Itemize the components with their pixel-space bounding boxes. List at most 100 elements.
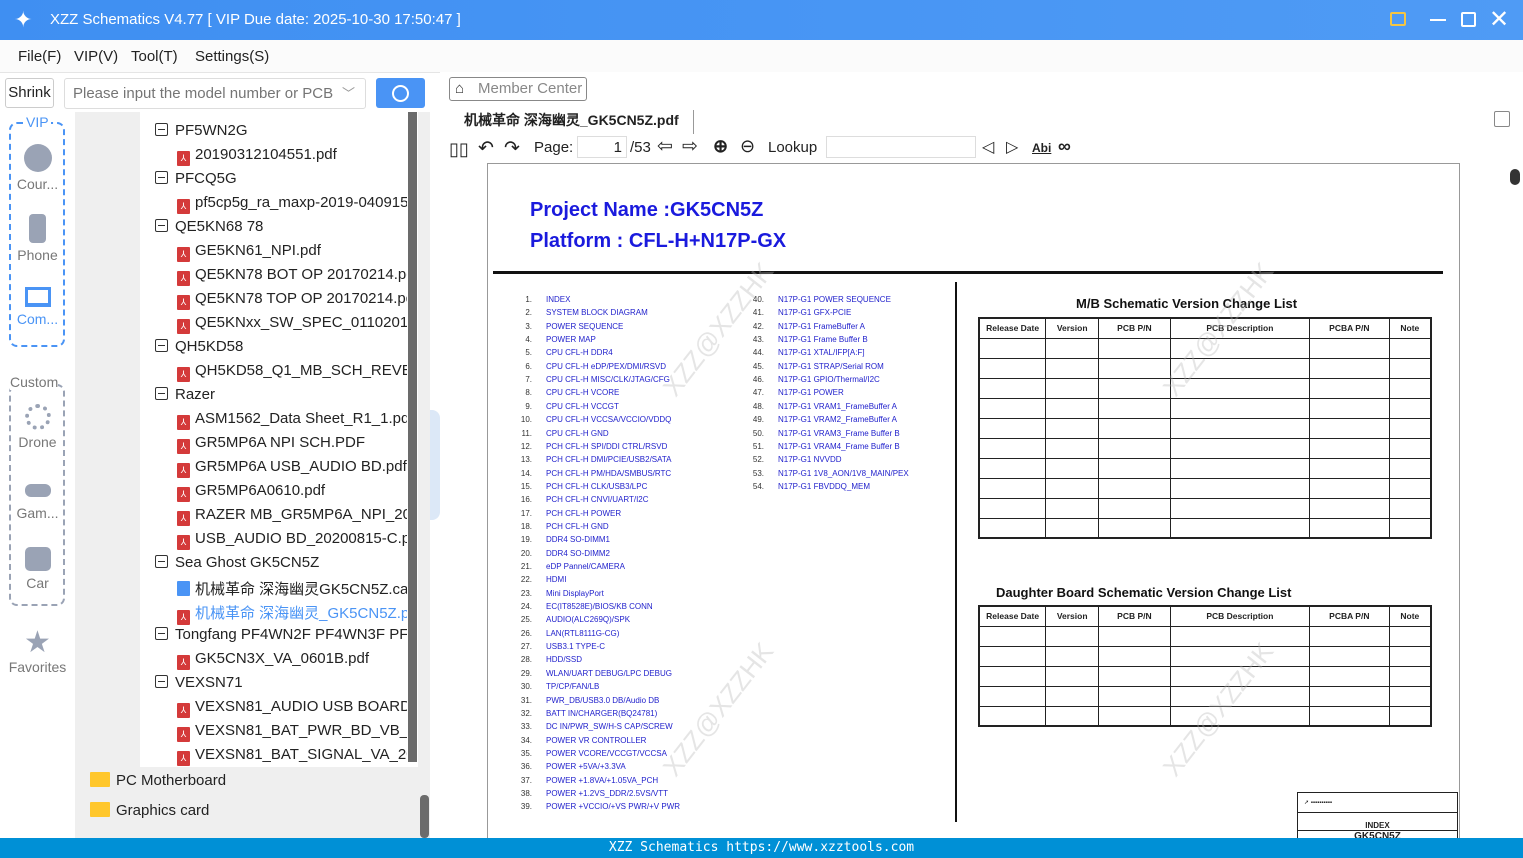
index-entry[interactable]: 50. N17P-G1 VRAM3_Frame Buffer B — [740, 429, 900, 438]
tree-file[interactable]: ⅄ GK5CN3X_VA_0601B.pdf — [177, 650, 407, 670]
tree-file[interactable]: ⅄ ASM1562_Data Sheet_R1_1.pdf — [177, 410, 407, 430]
tree-file[interactable]: ⅄ 20190312104551.pdf — [177, 146, 407, 166]
vip-bag-icon[interactable] — [1390, 12, 1406, 26]
index-entry[interactable]: 28. HDD/SSD — [508, 655, 582, 664]
tree-file[interactable]: ⅄ USB_AUDIO BD_20200815-C.pdf — [177, 530, 407, 550]
tab-pdf[interactable]: 机械革命 深海幽灵_GK5CN5Z.pdf — [464, 110, 694, 134]
index-entry[interactable]: 25. AUDIO(ALC269Q)/SPK — [508, 615, 630, 624]
tree-file[interactable]: ⅄ 机械革命 深海幽灵_GK5CN5Z.pdf — [177, 602, 407, 625]
tree-file[interactable]: ⅄ GR5MP6A USB_AUDIO BD.pdf — [177, 458, 407, 478]
index-entry[interactable]: 24. EC(IT8528E)/BIOS/KB CONN — [508, 602, 653, 611]
index-entry[interactable]: 47. N17P-G1 POWER — [740, 388, 844, 397]
index-entry[interactable]: 46. N17P-G1 GPIO/Thermal/I2C — [740, 375, 880, 384]
close-button[interactable]: ✕ — [1489, 5, 1509, 34]
tree-folder[interactable]: QH5KD58 — [155, 338, 407, 355]
index-entry[interactable]: 12. PCH CFL-H SPI/DDI CTRL/RSVD — [508, 442, 667, 451]
index-entry[interactable]: 32. BATT IN/CHARGER(BQ24781) — [508, 709, 657, 718]
zoom-out-icon[interactable]: ⊖ — [740, 136, 755, 157]
sidebar-item-courses[interactable]: Cour... — [0, 144, 75, 192]
tree-file[interactable]: ⅄ QH5KD58_Q1_MB_SCH_REVB_2( — [177, 362, 407, 382]
match-case-button[interactable]: Abi — [1032, 141, 1051, 155]
index-entry[interactable]: 20. DDR4 SO-DIMM2 — [508, 549, 610, 558]
tree-folder[interactable]: Sea Ghost GK5CN5Z — [155, 554, 407, 571]
tree-file[interactable]: ⅄ QE5KN78 TOP OP 20170214.pdf — [177, 290, 407, 310]
two-page-icon[interactable]: ▯▯ — [449, 139, 469, 160]
tree-file[interactable]: ⅄ VEXSN81_BAT_PWR_BD_VB_201 — [177, 722, 407, 742]
tree-folder[interactable]: QE5KN68 78 — [155, 218, 407, 235]
index-entry[interactable]: 16. PCH CFL-H CNVI/UART/I2C — [508, 495, 649, 504]
index-entry[interactable]: 31. PWR_DB/USB3.0 DB/Audio DB — [508, 696, 660, 705]
rotate-right-icon[interactable]: ↷ — [504, 137, 520, 160]
tree-folder[interactable]: PFCQ5G — [155, 170, 407, 187]
tree-file[interactable]: ⅄ VEXSN81_BAT_SIGNAL_VA_2016 — [177, 746, 407, 766]
search-button[interactable] — [376, 78, 425, 108]
index-entry[interactable]: 13. PCH CFL-H DMI/PCIE/USB2/SATA — [508, 455, 672, 464]
index-entry[interactable]: 34. POWER VR CONTROLLER — [508, 736, 647, 745]
tree-category[interactable]: PC Motherboard — [90, 772, 226, 789]
chevron-down-icon[interactable]: ﹀ — [342, 83, 355, 102]
viewer-scrollbar-thumb[interactable] — [1510, 169, 1520, 185]
index-entry[interactable]: 5. CPU CFL-H DDR4 — [508, 348, 612, 357]
index-entry[interactable]: 10. CPU CFL-H VCCSA/VCCIO/VDDQ — [508, 415, 671, 424]
index-entry[interactable]: 38. POWER +1.2VS_DDR/2.5VS/VTT — [508, 789, 668, 798]
index-entry[interactable]: 21. eDP Pannel/CAMERA — [508, 562, 625, 571]
menu-tool[interactable]: Tool(T) — [131, 48, 178, 65]
index-entry[interactable]: 11. CPU CFL-H GND — [508, 429, 608, 438]
tree-file[interactable]: 机械革命 深海幽灵GK5CN5Z.cad — [177, 578, 407, 599]
index-entry[interactable]: 43. N17P-G1 Frame Buffer B — [740, 335, 868, 344]
tree-folder[interactable]: Razer — [155, 386, 407, 403]
index-entry[interactable]: 51. N17P-G1 VRAM4_Frame Buffer B — [740, 442, 900, 451]
index-entry[interactable]: 7. CPU CFL-H MISC/CLK/JTAG/CFG — [508, 375, 670, 384]
index-entry[interactable]: 6. CPU CFL-H eDP/PEX/DMI/RSVD — [508, 362, 666, 371]
index-entry[interactable]: 27. USB3.1 TYPE-C — [508, 642, 605, 651]
tree-file[interactable]: ⅄ pf5cp5g_ra_maxp-2019-040915 — [177, 194, 407, 214]
index-entry[interactable]: 3. POWER SEQUENCE — [508, 322, 623, 331]
panel-splitter[interactable] — [430, 410, 440, 520]
tree-file[interactable]: ⅄ QE5KN78 BOT OP 20170214.pdf — [177, 266, 407, 286]
index-entry[interactable]: 33. DC IN/PWR_SW/H-S CAP/SCREW — [508, 722, 673, 731]
sidebar-item-drone[interactable]: Drone — [0, 404, 75, 450]
binoculars-icon[interactable]: ∞ — [1058, 136, 1071, 157]
index-entry[interactable]: 42. N17P-G1 FrameBuffer A — [740, 322, 865, 331]
index-entry[interactable]: 8. CPU CFL-H VCORE — [508, 388, 619, 397]
find-next-icon[interactable]: ▷ — [1006, 137, 1018, 157]
sidebar-item-car[interactable]: Car — [0, 547, 75, 591]
index-entry[interactable]: 17. PCH CFL-H POWER — [508, 509, 621, 518]
menu-vip[interactable]: VIP(V) — [74, 48, 118, 65]
minimize-button[interactable] — [1430, 19, 1446, 21]
index-entry[interactable]: 14. PCH CFL-H PM/HDA/SMBUS/RTC — [508, 469, 671, 478]
shrink-button[interactable]: Shrink — [5, 78, 54, 108]
index-entry[interactable]: 1. INDEX — [508, 295, 570, 304]
index-entry[interactable]: 26. LAN(RTL8111G-CG) — [508, 629, 619, 638]
tree-scrollbar-outer[interactable] — [420, 795, 429, 838]
close-tab-icon[interactable] — [1494, 111, 1510, 127]
sidebar-item-favorites[interactable]: ★ Favorites — [0, 627, 75, 676]
tree-file[interactable]: ⅄ GR5MP6A0610.pdf — [177, 482, 407, 502]
index-entry[interactable]: 29. WLAN/UART DEBUG/LPC DEBUG — [508, 669, 672, 678]
index-entry[interactable]: 18. PCH CFL-H GND — [508, 522, 609, 531]
menu-settings[interactable]: Settings(S) — [195, 48, 269, 65]
index-entry[interactable]: 45. N17P-G1 STRAP/Serial ROM — [740, 362, 884, 371]
index-entry[interactable]: 39. POWER +VCCIO/+VS PWR/+V PWR — [508, 802, 680, 811]
menu-file[interactable]: File(F) — [18, 48, 61, 65]
index-entry[interactable]: 35. POWER VCORE/VCCGT/VCCSA — [508, 749, 667, 758]
tree-file[interactable]: ⅄ GR5MP6A NPI SCH.PDF — [177, 434, 407, 454]
tree-file[interactable]: ⅄ VEXSN81_AUDIO USB BOARD_R — [177, 698, 407, 718]
page-input[interactable]: 1 — [577, 136, 627, 158]
index-entry[interactable]: 22. HDMI — [508, 575, 567, 584]
index-entry[interactable]: 23. Mini DisplayPort — [508, 589, 604, 598]
index-entry[interactable]: 4. POWER MAP — [508, 335, 595, 344]
next-page-icon[interactable]: ⇨ — [682, 135, 698, 158]
tree-category[interactable]: Graphics card — [90, 802, 209, 819]
maximize-button[interactable] — [1461, 12, 1476, 27]
index-entry[interactable]: 48. N17P-G1 VRAM1_FrameBuffer A — [740, 402, 897, 411]
prev-page-icon[interactable]: ⇦ — [657, 135, 673, 158]
tree-file[interactable]: ⅄ GE5KN61_NPI.pdf — [177, 242, 407, 262]
index-entry[interactable]: 15. PCH CFL-H CLK/USB3/LPC — [508, 482, 647, 491]
index-entry[interactable]: 49. N17P-G1 VRAM2_FrameBuffer A — [740, 415, 897, 424]
index-entry[interactable]: 44. N17P-G1 XTAL/IFP[A:F] — [740, 348, 865, 357]
find-prev-icon[interactable]: ◁ — [982, 137, 994, 157]
zoom-in-icon[interactable]: ⊕ — [713, 136, 728, 157]
tree-folder[interactable]: VEXSN71 — [155, 674, 407, 691]
member-center-button[interactable]: ⌂ Member Center — [449, 77, 587, 101]
